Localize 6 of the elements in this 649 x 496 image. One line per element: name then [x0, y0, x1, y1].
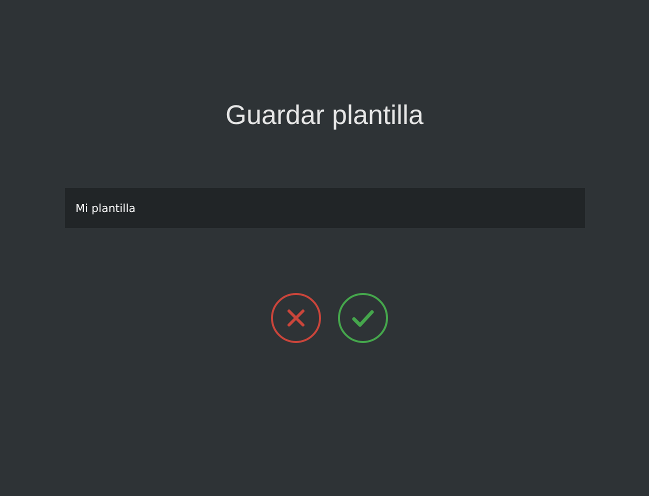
cancel-button[interactable] [271, 293, 321, 343]
dialog-title: Guardar plantilla [225, 99, 424, 132]
checkmark-icon [352, 310, 374, 326]
close-icon [287, 309, 305, 327]
confirm-button[interactable] [338, 293, 388, 343]
input-field[interactable]: Mi plantilla [64, 188, 584, 228]
